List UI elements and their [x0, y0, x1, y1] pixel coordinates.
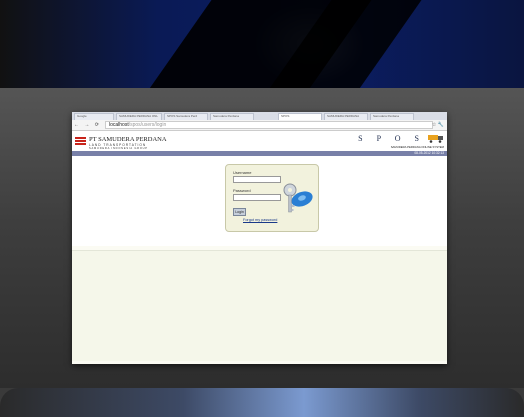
- address-bar: ← → ⟳ localhost/spos/users/login ☆ 🔧: [72, 120, 447, 131]
- username-label: Username: [233, 170, 252, 175]
- login-button[interactable]: Login: [233, 208, 246, 216]
- forgot-password-link[interactable]: Forgot my password: [243, 218, 277, 222]
- company-logo-icon: [75, 137, 86, 146]
- browser-tab[interactable]: Google: [74, 113, 114, 120]
- browser-tab[interactable]: SPOS Samudera Perd: [164, 113, 208, 120]
- username-input[interactable]: [233, 176, 281, 183]
- browser-tab-active[interactable]: SPOS: [278, 113, 322, 120]
- nav-buttons[interactable]: ← → ⟳: [74, 122, 101, 128]
- url-path: /spos/users/login: [128, 122, 167, 128]
- truck-icon: [428, 135, 443, 143]
- login-area: Username Password Login Forgot my passwo…: [72, 156, 447, 246]
- app-tagline: SAMUDERA PERDANA ONLINE SYSTEM: [390, 145, 444, 149]
- company-name: PT SAMUDERA PERDANA: [89, 136, 167, 143]
- browser-tab[interactable]: Samudera Perdana: [370, 113, 414, 120]
- browser-tab[interactable]: SAMUDERA PERDANA ONL: [116, 113, 162, 120]
- app-name: S P O S: [358, 134, 425, 143]
- browser-tab-strip: Google SAMUDERA PERDANA ONL SPOS Samuder…: [72, 112, 447, 120]
- content-area: [72, 250, 447, 361]
- password-input[interactable]: [233, 194, 281, 201]
- login-box: Username Password Login Forgot my passwo…: [225, 164, 319, 232]
- toolbar-icons[interactable]: ☆ 🔧: [432, 122, 444, 128]
- password-label: Password: [233, 188, 251, 193]
- browser-tab[interactable]: Samudera Perdana: [210, 113, 254, 120]
- url-host: localhost: [108, 122, 129, 128]
- browser-tab[interactable]: SAMUDERA PERDANA: [324, 113, 368, 120]
- top-banner: [0, 0, 524, 88]
- keys-icon: [283, 183, 313, 213]
- company-group: SAMUDERA INDONESIA GROUP: [89, 146, 148, 150]
- browser-screenshot: Google SAMUDERA PERDANA ONL SPOS Samuder…: [72, 112, 447, 364]
- url-field[interactable]: localhost/spos/users/login: [104, 121, 433, 129]
- bottom-bar: [0, 388, 524, 417]
- site-header: PT SAMUDERA PERDANA LAND TRANSPORTATION …: [72, 131, 447, 151]
